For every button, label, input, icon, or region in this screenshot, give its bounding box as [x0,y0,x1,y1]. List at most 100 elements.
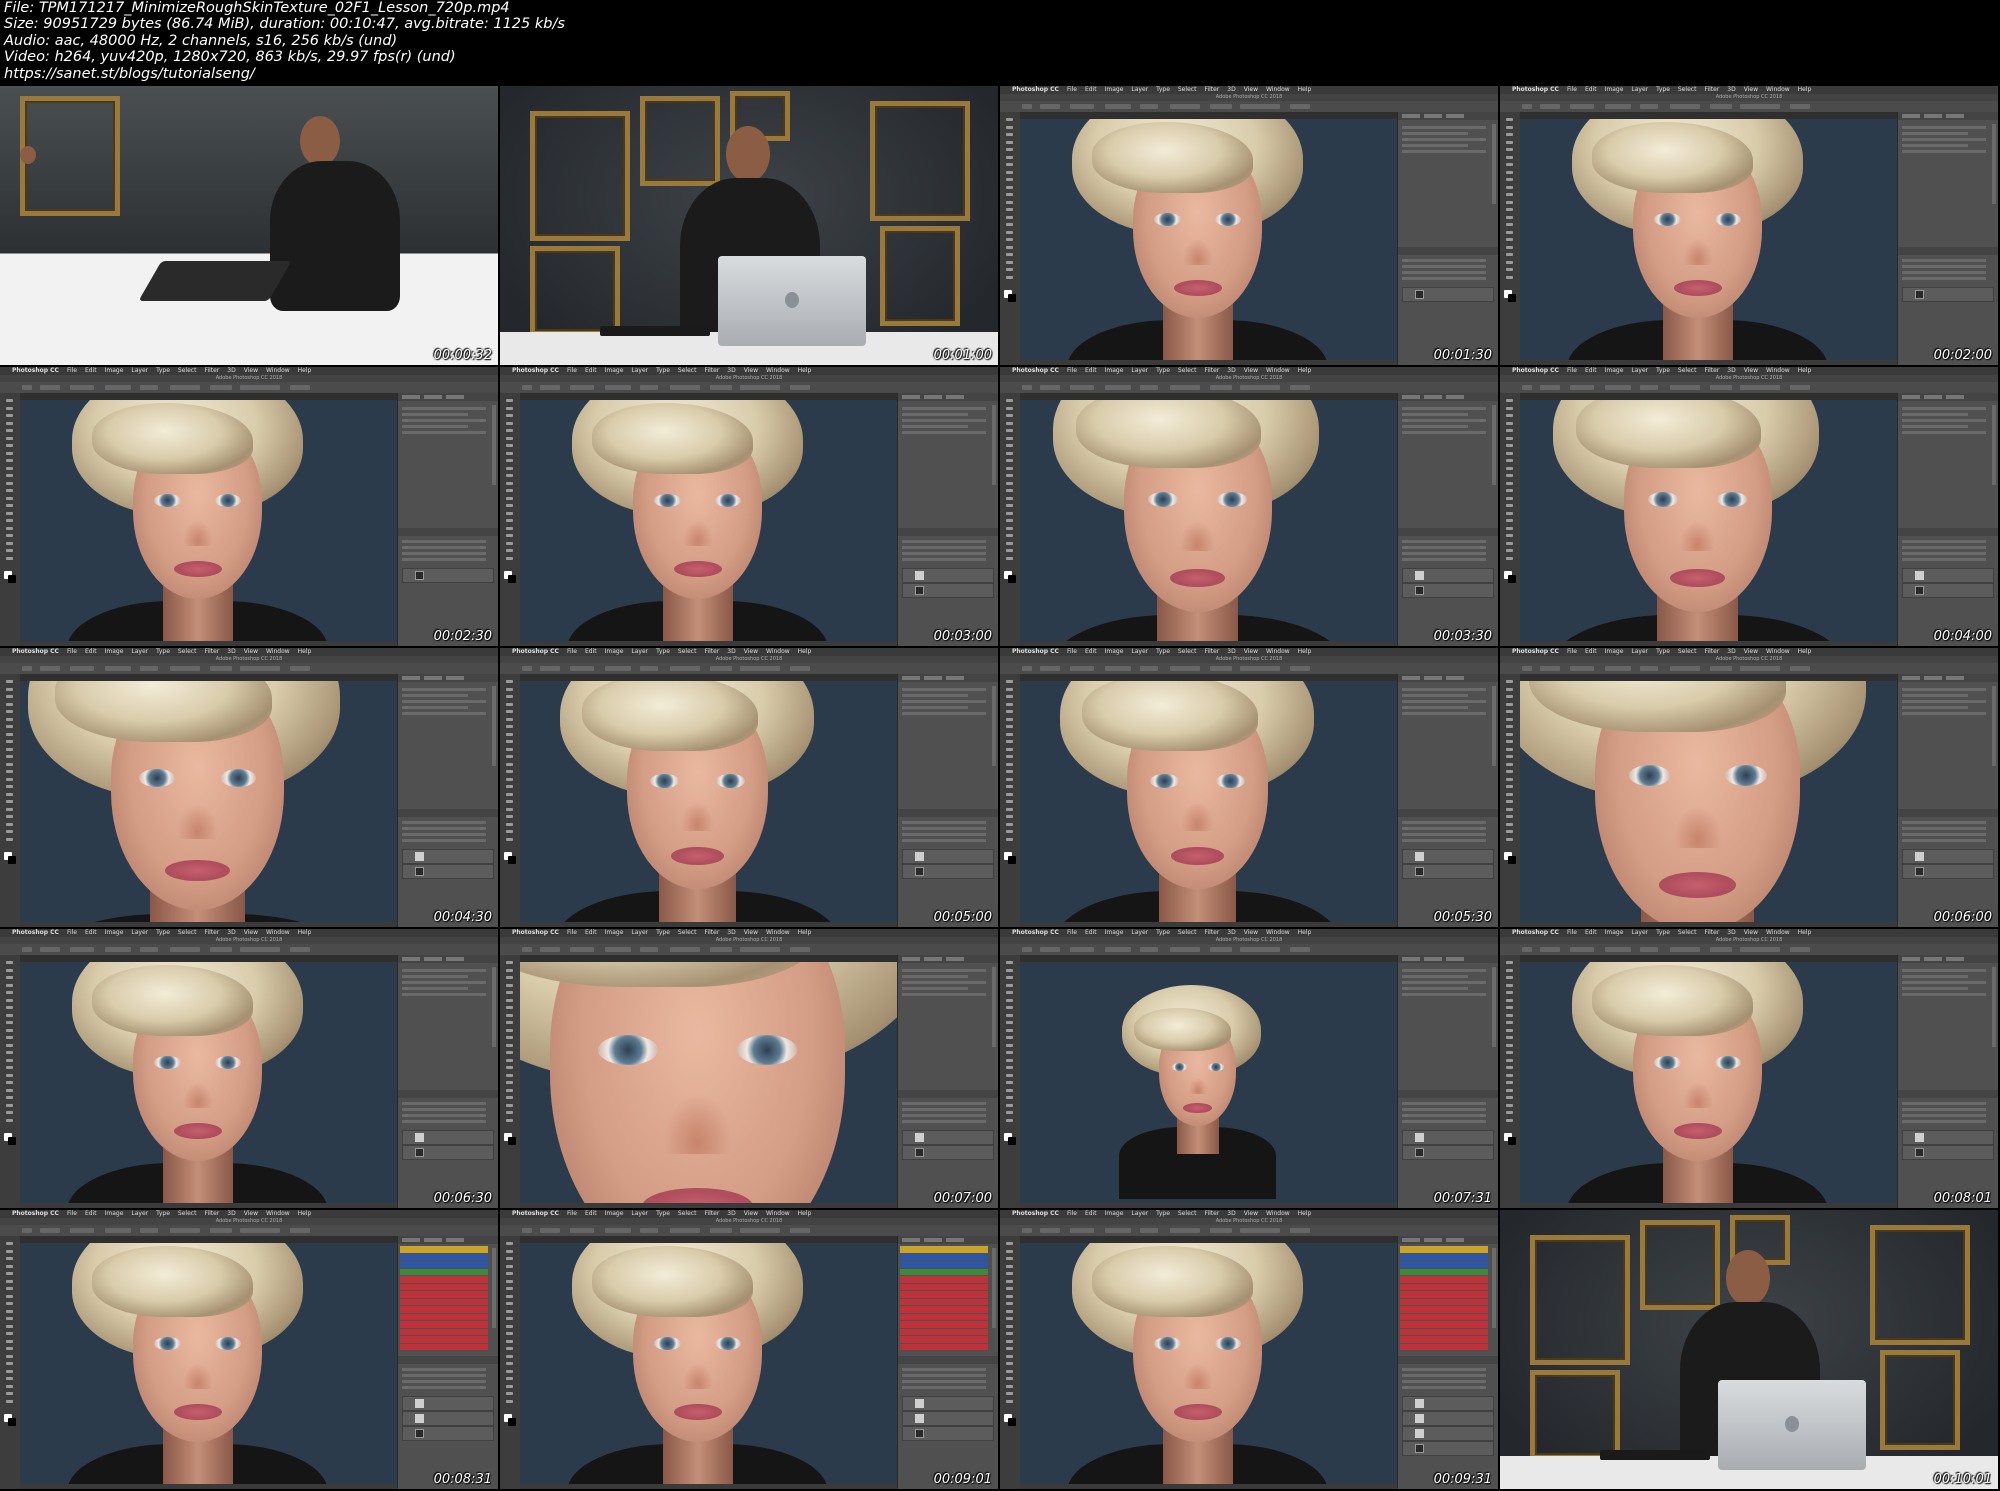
menu-window[interactable]: Window [266,1210,290,1217]
property-field[interactable] [402,425,468,428]
menu-select[interactable]: Select [1678,648,1697,655]
option-control[interactable] [1710,666,1732,671]
menu-edit[interactable]: Edit [1085,929,1097,936]
property-field[interactable] [1402,407,1486,410]
tool-icon[interactable] [1506,519,1513,522]
tool-icon[interactable] [1006,268,1013,271]
tool-icon[interactable] [506,725,513,728]
action-item[interactable] [900,1268,988,1275]
option-control[interactable] [1140,385,1158,390]
video-thumbnail[interactable]: Photoshop CC File Edit Image Layer Type Select… [0,648,498,927]
tool-icon[interactable] [6,830,13,833]
action-item[interactable] [900,1276,988,1283]
menu-3d[interactable]: 3D [1227,367,1235,374]
background-color-swatch[interactable] [1008,856,1016,864]
property-field[interactable] [1402,132,1468,135]
menu-layer[interactable]: Layer [631,367,648,374]
option-control[interactable] [1040,947,1060,952]
menu-type[interactable]: Type [656,367,670,374]
option-control[interactable] [105,1228,131,1233]
tool-icon[interactable] [506,1339,513,1343]
option-control[interactable] [1710,104,1732,109]
document-tab[interactable] [1020,112,1398,119]
tool-icon[interactable] [506,1294,513,1298]
tool-icon[interactable] [1506,762,1513,766]
menu-help[interactable]: Help [798,1210,812,1217]
tool-icon[interactable] [1006,466,1013,470]
menu-select[interactable]: Select [678,648,697,655]
tool-icon[interactable] [506,1272,513,1275]
video-thumbnail[interactable]: Photoshop CC File Edit Image Layer Type Select… [0,367,498,646]
menu-type[interactable]: Type [1156,648,1170,655]
action-item[interactable] [900,1343,988,1350]
tool-icon[interactable] [506,1362,513,1365]
tool-icon[interactable] [1006,406,1013,410]
option-control[interactable] [1070,947,1094,952]
tool-icon[interactable] [6,459,13,462]
document-tab[interactable] [520,393,898,400]
tool-icon[interactable] [6,406,13,410]
layers-option[interactable] [1402,552,1486,555]
menu-type[interactable]: Type [656,1210,670,1217]
tool-icon[interactable] [506,792,513,796]
action-item[interactable] [1400,1283,1488,1290]
option-control[interactable] [605,947,631,952]
menu-help[interactable]: Help [1798,929,1812,936]
document-canvas[interactable] [1020,1243,1398,1484]
layer-row[interactable] [1902,568,1994,583]
tool-icon[interactable] [506,444,513,447]
tool-icon[interactable] [1006,421,1013,425]
panel-scrollbar[interactable] [1992,686,1996,766]
option-control[interactable] [670,947,700,952]
layers-option[interactable] [402,1386,486,1389]
option-control[interactable] [1022,385,1032,390]
tool-icon[interactable] [1506,148,1513,151]
panel-tab[interactable] [946,676,964,680]
tool-icon[interactable] [506,770,513,773]
property-field[interactable] [1902,431,1986,434]
menu-file[interactable]: File [67,367,77,374]
tool-icon[interactable] [6,421,13,425]
tool-icon[interactable] [1006,1103,1013,1107]
tool-icon[interactable] [1006,1036,1013,1039]
tool-icon[interactable] [1506,163,1513,166]
layers-option[interactable] [1902,1114,1986,1117]
menu-edit[interactable]: Edit [1585,367,1597,374]
option-control[interactable] [1040,666,1060,671]
panel-tab[interactable] [1424,957,1442,961]
menu-select[interactable]: Select [1178,367,1197,374]
layers-option[interactable] [902,839,986,842]
option-control[interactable] [640,1228,658,1233]
layers-option[interactable] [902,1368,986,1371]
property-field[interactable] [1402,425,1468,428]
layer-row[interactable] [902,1145,994,1160]
action-item[interactable] [1400,1306,1488,1313]
tool-icon[interactable] [506,695,513,698]
tool-icon[interactable] [506,1088,513,1092]
tool-icon[interactable] [6,785,13,788]
tool-icon[interactable] [6,556,13,560]
tool-icon[interactable] [506,399,513,402]
tool-icon[interactable] [506,1073,513,1077]
tool-icon[interactable] [1006,1051,1013,1054]
option-control[interactable] [710,666,732,671]
document-tab[interactable] [1520,112,1898,119]
menu-3d[interactable]: 3D [227,1210,235,1217]
tool-icon[interactable] [1506,230,1513,234]
menu-window[interactable]: Window [766,1210,790,1217]
tool-icon[interactable] [6,1066,13,1069]
property-field[interactable] [402,981,486,984]
action-item[interactable] [1400,1246,1488,1253]
menu-file[interactable]: File [567,367,577,374]
tool-icon[interactable] [6,511,13,515]
video-thumbnail[interactable]: Photoshop CC File Edit Image Layer Type Select… [1500,367,1998,646]
menu-view[interactable]: View [1244,648,1258,655]
tool-icon[interactable] [1006,1347,1013,1350]
option-control[interactable] [1140,104,1158,109]
tool-icon[interactable] [6,1111,13,1114]
menu-view[interactable]: View [244,648,258,655]
tool-icon[interactable] [506,1066,513,1069]
menu-view[interactable]: View [1244,929,1258,936]
tool-icon[interactable] [1506,961,1513,964]
menu-layer[interactable]: Layer [131,648,148,655]
